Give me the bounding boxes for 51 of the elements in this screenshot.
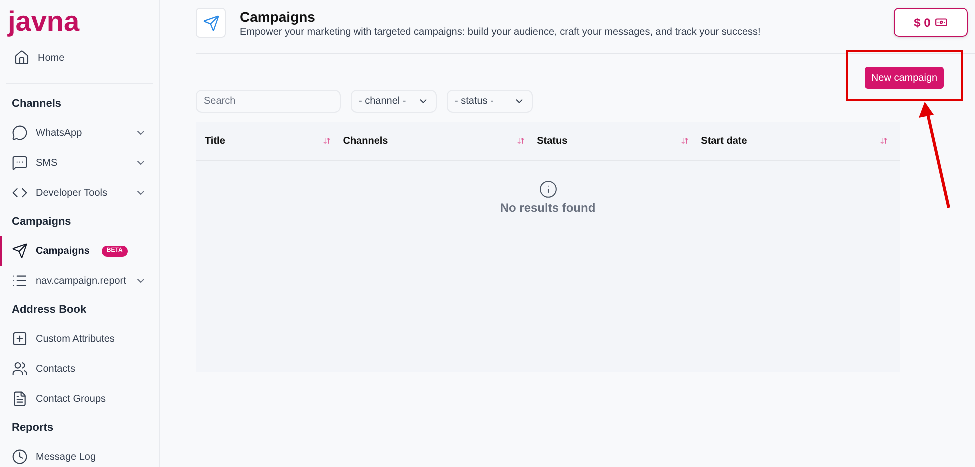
users-icon [12,361,28,377]
info-icon [538,180,558,199]
section-heading: Reports [11,420,55,436]
section-heading: Channels [11,96,63,112]
page-subtitle: Empower your marketing with targeted campaigns: build your audience, craft your messages, and track your success! [240,26,761,40]
section-heading: Campaigns [11,214,72,230]
plus-square-icon [12,331,28,347]
column-header[interactable]: Start date [701,134,900,148]
nav-item[interactable]: Contacts [0,354,159,384]
search-field[interactable]: Search [196,90,341,113]
nav-item[interactable]: Message Log [0,442,159,467]
document-icon [12,391,28,407]
nav-label: Contact Groups [36,392,106,406]
column-header[interactable]: Channels [343,134,538,148]
nav-item[interactable]: SMS [0,148,159,178]
nav-label: Developer Tools [36,186,108,200]
nav-label: Contacts [36,362,76,376]
nav-item[interactable]: Contact Groups [0,384,159,414]
nav-item[interactable]: Custom Attributes [0,324,159,354]
nav-label: nav.campaign.report [36,274,126,288]
filter-dropdown[interactable]: - status - [447,90,533,113]
balance-button[interactable]: $ 0 [894,8,968,37]
nav-label: WhatsApp [36,126,82,140]
nav-item[interactable]: nav.campaign.report [0,266,159,296]
nav-label: Custom Attributes [36,332,115,346]
nav-item[interactable]: WhatsApp [0,118,159,148]
paper-plane-icon [12,243,28,259]
column-header[interactable]: Status [537,134,702,148]
sort-icon [517,137,526,145]
column-header[interactable]: Title [205,134,344,148]
logo[interactable]: javna [0,6,88,38]
nav-item[interactable]: Developer Tools [0,178,159,208]
nav-label: Home [38,52,65,66]
chat-dots-icon [12,155,28,171]
chat-bubble-icon [12,125,28,141]
sort-icon [323,137,332,145]
banknote-icon [934,16,948,29]
nav-item[interactable]: Home [6,43,153,73]
sort-icon [880,137,888,145]
new-campaign-button[interactable]: New campaign [865,67,944,89]
paper-plane-icon [202,14,220,32]
nav-label: Message Log [36,450,96,464]
sort-icon [681,137,690,145]
home-icon [14,50,30,66]
nav-label: SMS [36,156,58,170]
empty-message: No results found [500,200,596,217]
page-title: Campaigns [240,8,316,26]
nav-label: Campaigns [36,244,90,258]
section-heading: Address Book [11,302,88,318]
filter-dropdown[interactable]: - channel - [351,90,437,113]
clock-icon [12,449,28,465]
